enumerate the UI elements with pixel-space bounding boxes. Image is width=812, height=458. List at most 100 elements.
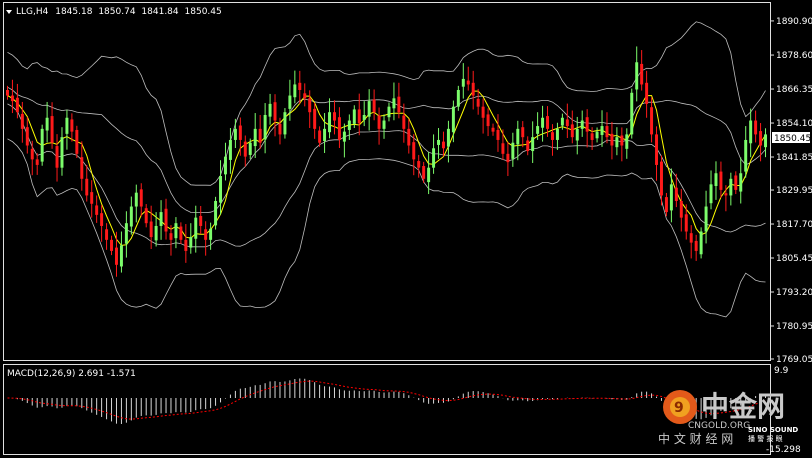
ohlc-close: 1850.45 [185, 7, 222, 17]
candle-body [402, 115, 406, 129]
candle-body [724, 193, 728, 196]
candle-body [342, 131, 346, 142]
candle-body [669, 184, 673, 211]
candle-body [600, 126, 604, 135]
candle-body [134, 192, 138, 207]
candle-body [223, 156, 227, 175]
candle-body [451, 106, 455, 133]
chart-title: LLG,H4 [16, 7, 49, 17]
candle-body [550, 132, 554, 140]
candle-body [352, 109, 356, 124]
candle-body [313, 108, 317, 129]
candle-body [729, 178, 733, 196]
macd-label: MACD(12,26,9) 2.691 -1.571 [7, 369, 136, 379]
candle-body [560, 117, 564, 126]
candle-body [610, 133, 614, 146]
candle-body [689, 233, 693, 243]
candle-body [397, 96, 401, 113]
candle-body [739, 173, 743, 192]
candle-body [625, 134, 629, 149]
candle-body [640, 63, 644, 85]
candle-body [580, 120, 584, 129]
candle-body [110, 239, 114, 251]
macd-tick-top: 9.9 [774, 366, 789, 376]
candle-body [674, 187, 678, 201]
candle-body [704, 206, 708, 232]
ohlc-low: 1841.84 [141, 7, 178, 17]
candle-body [511, 142, 515, 159]
svg-text:9: 9 [674, 400, 684, 416]
candle-body [536, 126, 540, 134]
candle-body [184, 239, 188, 251]
price-axis-label: 1878.60 [776, 51, 812, 61]
candle-body [228, 139, 232, 160]
candle-body [308, 98, 312, 113]
watermark-brand: 中金网 [701, 390, 785, 423]
candle-body [95, 205, 99, 215]
candle-body [486, 114, 490, 127]
price-axis-label: 1780.95 [776, 322, 812, 332]
candle-body [105, 229, 109, 240]
candle-body [476, 98, 480, 107]
candle-body [526, 140, 530, 152]
candle-body [204, 229, 208, 240]
candle-body [159, 212, 163, 226]
cngold-watermark: 9 中金网 CNGOLD.ORG 中 文 财 经 网 SINO SOUND 播 … [658, 390, 798, 446]
candle-body [496, 129, 500, 140]
candle-body [273, 102, 277, 121]
candle-body [278, 123, 282, 135]
candle-body [491, 127, 495, 132]
candle-body [332, 112, 336, 121]
chart-symbol-label: LLG,H4 1845.18 1850.74 1841.84 1850.45 [16, 7, 222, 17]
candle-body [15, 97, 19, 113]
candle-body [441, 141, 445, 149]
candle-body [40, 128, 44, 162]
candle-body [432, 148, 436, 168]
candle-body [174, 223, 178, 239]
candle-body [45, 117, 49, 131]
candle-body [377, 115, 381, 129]
candle-body [124, 223, 128, 244]
candle-body [25, 127, 29, 146]
candle-body [318, 130, 322, 143]
candle-body [243, 141, 247, 157]
price-axis-label: 1793.20 [776, 288, 812, 298]
candle-body [446, 128, 450, 147]
price-axis-label: 1854.10 [776, 119, 812, 129]
candle-body [303, 93, 307, 99]
current-price-label: 1850.45 [774, 134, 811, 144]
candle-body [367, 101, 371, 117]
candle-body [85, 178, 89, 196]
candle-body [422, 166, 426, 179]
candle-body [362, 114, 366, 120]
candle-body [144, 208, 148, 224]
candle-body [655, 134, 659, 165]
candle-body [407, 128, 411, 146]
candle-body [293, 84, 297, 98]
ohlc-open: 1845.18 [55, 7, 92, 17]
candle-body [214, 200, 218, 226]
candle-body [585, 117, 589, 132]
candle-body [605, 126, 609, 138]
candle-body [60, 137, 64, 168]
candle-body [253, 128, 257, 147]
candle-body [337, 117, 341, 140]
candle-body [615, 137, 619, 148]
candle-body [119, 245, 123, 267]
candle-body [323, 128, 327, 142]
watermark-sino: SINO SOUND [748, 426, 798, 434]
candle-body [357, 109, 361, 124]
candle-body [90, 192, 94, 204]
candle-body [238, 125, 242, 140]
candle-body [382, 120, 386, 129]
candle-body [501, 143, 505, 154]
candle-body [209, 228, 213, 240]
candle-body [258, 128, 262, 143]
candle-body [387, 106, 391, 118]
candle-body [699, 231, 703, 255]
price-axis-label: 1890.90 [776, 17, 812, 27]
candle-body [298, 82, 302, 91]
candle-body [754, 120, 758, 135]
candle-body [50, 116, 54, 143]
candle-body [546, 116, 550, 129]
